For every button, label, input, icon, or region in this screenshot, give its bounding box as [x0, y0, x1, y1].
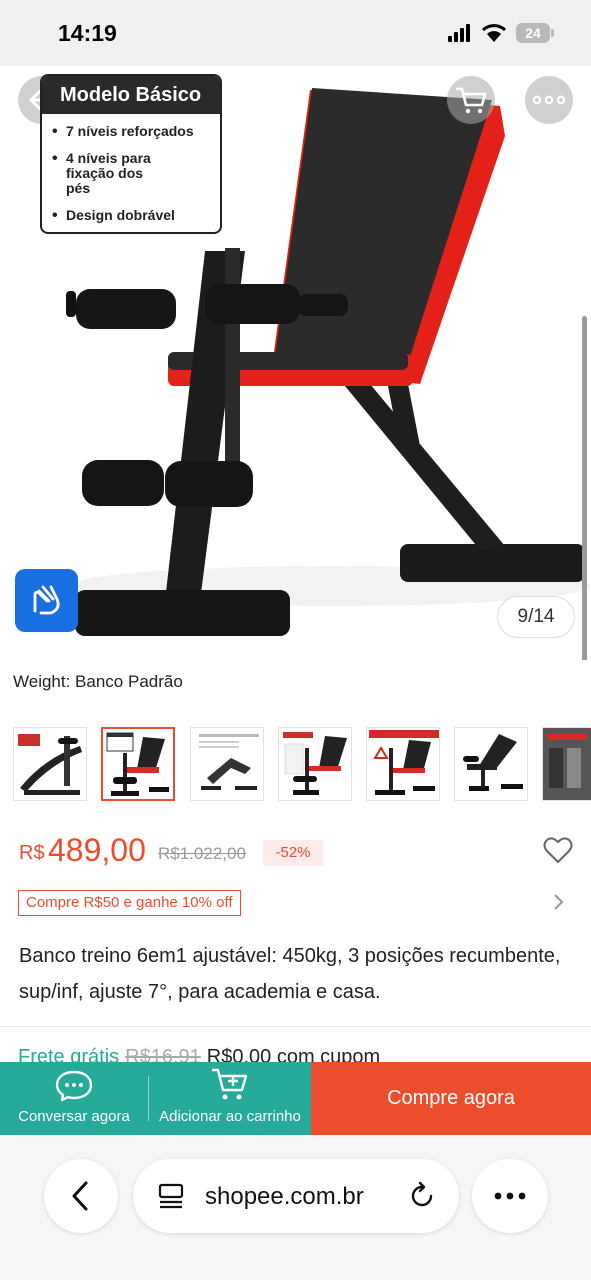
- thumbnail-selected[interactable]: [101, 727, 175, 801]
- sign-language-button[interactable]: [15, 569, 78, 632]
- sign-language-icon: [33, 585, 60, 614]
- signal-wifi-icons: [448, 24, 507, 42]
- thumbnail-image: [106, 732, 169, 796]
- action-bar: Conversar agora Adicionar ao carrinho Co…: [0, 1062, 591, 1135]
- thumbnail[interactable]: [13, 727, 87, 801]
- heart-icon[interactable]: [543, 836, 573, 864]
- product-gallery[interactable]: Modelo Básico 7 níveis reforçados 4 níve…: [0, 66, 591, 660]
- thumbnail[interactable]: [454, 727, 528, 801]
- thumbnail[interactable]: [278, 727, 352, 801]
- scrollbar[interactable]: [582, 316, 587, 660]
- thumbnail-image: [199, 734, 259, 790]
- add-to-cart-button[interactable]: Adicionar ao carrinho: [149, 1062, 311, 1135]
- divider: [0, 1026, 591, 1027]
- chevron-right-icon[interactable]: [552, 892, 566, 912]
- discount-badge: -52%: [263, 840, 323, 866]
- image-counter: 9/14: [497, 596, 575, 638]
- feature-callout: Modelo Básico 7 níveis reforçados 4 níve…: [40, 74, 222, 234]
- add-to-cart-label: Adicionar ao carrinho: [159, 1108, 301, 1125]
- promo-badge[interactable]: Compre R$50 e ganhe 10% off: [18, 890, 241, 916]
- browser-back-button[interactable]: [44, 1159, 118, 1233]
- thumbnail-strip[interactable]: [13, 727, 591, 803]
- clock: 14:19: [58, 20, 117, 46]
- reload-icon[interactable]: [407, 1181, 437, 1211]
- thumbnail[interactable]: [366, 727, 440, 801]
- chat-button[interactable]: Conversar agora: [0, 1062, 148, 1135]
- more-options-button[interactable]: [525, 76, 573, 124]
- url-text[interactable]: shopee.com.br: [205, 1183, 364, 1211]
- original-price: R$1.022,00: [158, 844, 246, 863]
- thumbnail-image: [18, 734, 82, 795]
- buy-now-button[interactable]: Compre agora: [311, 1062, 591, 1135]
- browser-toolbar: shopee.com.br: [0, 1135, 591, 1280]
- browser-menu-button[interactable]: [472, 1159, 548, 1233]
- add-cart-icon: [212, 1068, 248, 1100]
- chat-label: Conversar agora: [18, 1108, 130, 1125]
- thumbnail[interactable]: [190, 727, 264, 801]
- price-currency: R$: [19, 842, 45, 864]
- more-icon: [494, 1192, 526, 1200]
- cart-icon: [456, 87, 487, 114]
- thumbnail-image: [283, 732, 347, 795]
- chat-icon: [55, 1070, 93, 1102]
- callout-title: Modelo Básico: [42, 76, 220, 114]
- more-icon: [532, 95, 566, 105]
- page-menu-icon[interactable]: [157, 1182, 185, 1210]
- feature-item: Design dobrável: [52, 208, 220, 224]
- battery-icon: 24: [516, 23, 550, 43]
- battery-tip: [551, 29, 554, 37]
- thumbnail-image: [369, 730, 439, 795]
- feature-item: 4 níveis para fixação dos pés: [52, 151, 162, 196]
- thumbnail[interactable]: [542, 727, 591, 801]
- feature-list: 7 níveis reforçados 4 níveis para fixaçã…: [42, 114, 220, 224]
- thumbnail-image: [463, 734, 523, 791]
- cart-button[interactable]: [447, 76, 495, 124]
- feature-item: 7 níveis reforçados: [52, 124, 220, 140]
- status-bar: 14:19 24: [0, 0, 591, 66]
- product-title: Banco treino 6em1 ajustável: 450kg, 3 po…: [19, 945, 561, 1003]
- chevron-left-icon: [72, 1181, 88, 1211]
- variant-label: Weight: Banco Padrão: [13, 672, 183, 691]
- price: 489,00: [48, 832, 146, 868]
- thumbnail-image: [543, 728, 591, 800]
